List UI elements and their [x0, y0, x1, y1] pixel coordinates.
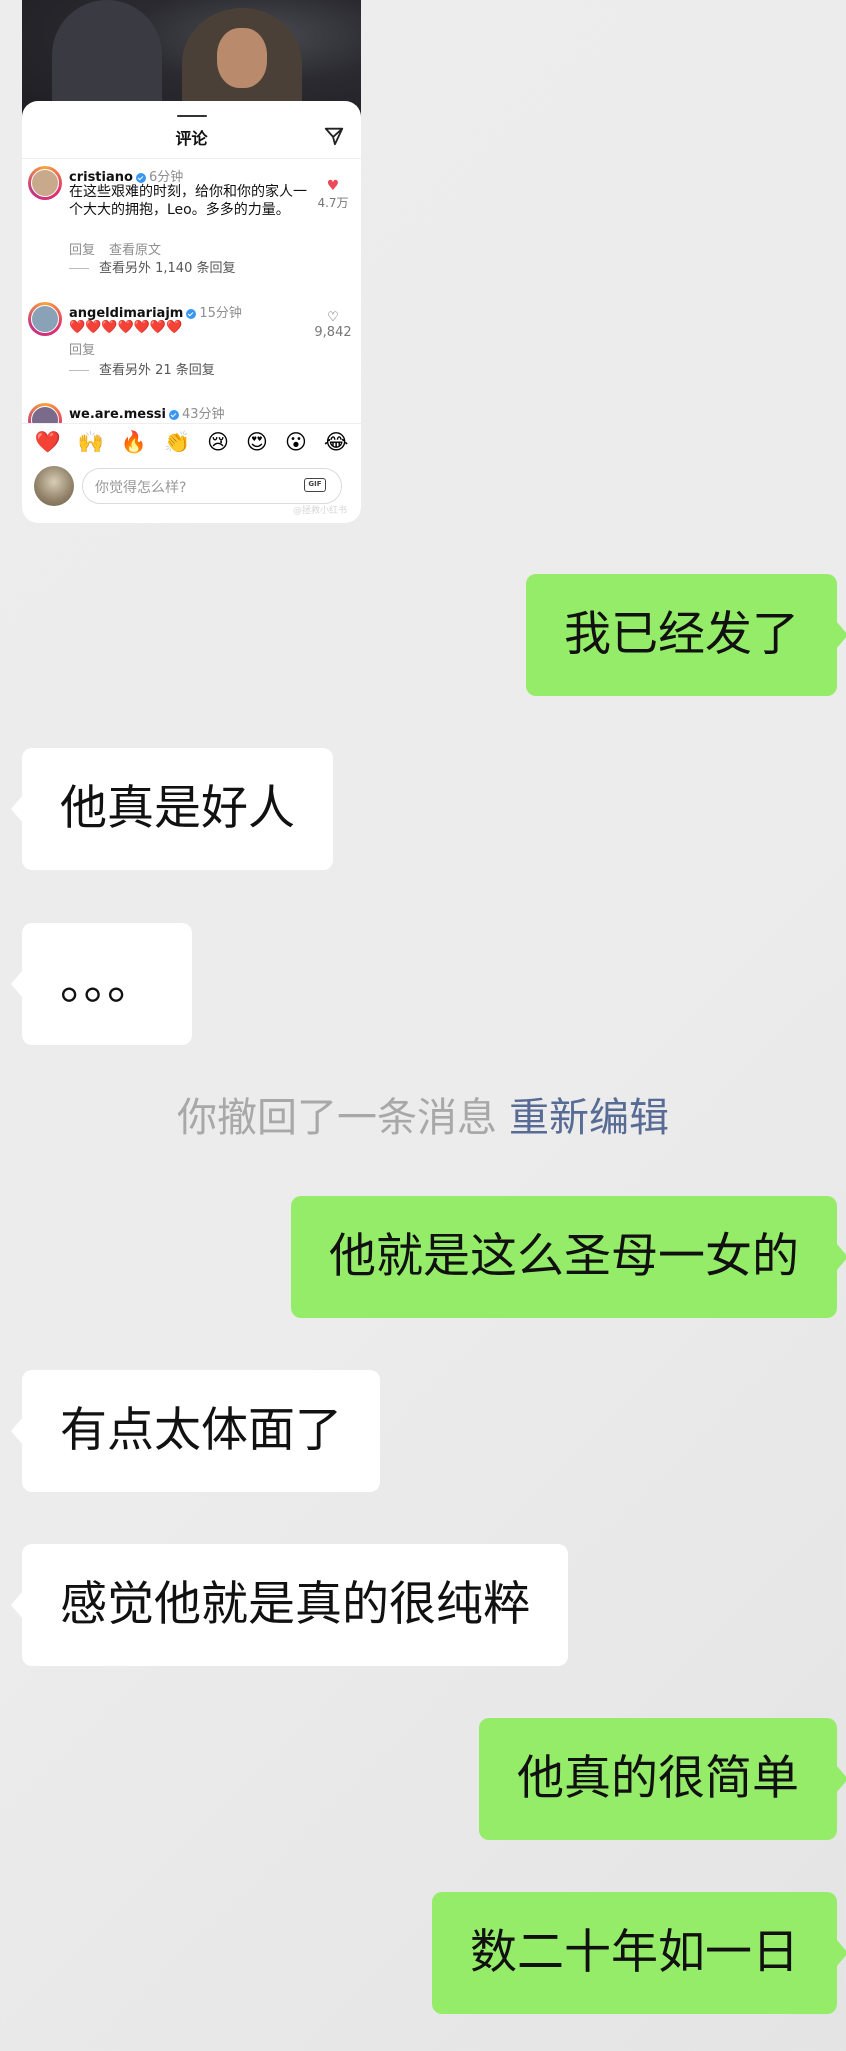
- verified-badge-icon: [169, 409, 179, 420]
- view-more-replies[interactable]: 查看另外 1,140 条回复: [69, 257, 235, 276]
- like-count: 4.7万: [317, 196, 349, 210]
- comment-username: we.are.messi 43分钟: [69, 407, 225, 422]
- watermark: @拯救小红书: [292, 506, 347, 516]
- comments-sheet: 评论 cristiano 6分钟 在这些艰难的时刻，给你和你的家人一个大大的拥抱，…: [22, 101, 361, 523]
- sheet-grab-handle: [177, 115, 207, 117]
- message-bubble-outgoing[interactable]: 他真的很简单: [479, 1718, 846, 1840]
- reply-button[interactable]: 回复: [69, 343, 95, 358]
- recall-notice-text: 你撤回了一条消息: [177, 1095, 497, 1141]
- see-original-button[interactable]: 查看原文: [109, 243, 161, 258]
- verified-badge-icon: [186, 308, 197, 319]
- emoji-laugh[interactable]: 😂: [324, 430, 349, 454]
- comment-text: 在这些艰难的时刻，给你和你的家人一个大大的拥抱，Leo。多多的力量。: [69, 184, 307, 218]
- like-button[interactable]: ♡ 9,842: [311, 310, 355, 340]
- re-edit-link[interactable]: 重新编辑: [509, 1095, 669, 1141]
- emoji-clap[interactable]: 👏: [164, 430, 190, 455]
- emoji-surprised[interactable]: 😮: [285, 430, 307, 454]
- emoji-cry[interactable]: 😢: [207, 430, 229, 454]
- emoji-heart-eyes[interactable]: 😍: [246, 430, 268, 454]
- message-bubble-incoming[interactable]: 有点太体面了: [11, 1370, 380, 1492]
- comment-item: cristiano 6分钟 在这些艰难的时刻，给你和你的家人一个大大的拥抱，Leo…: [28, 166, 355, 276]
- emoji-reaction-bar: ❤️ 🙌 🔥 👏 😢 😍 😮 😂: [22, 423, 361, 460]
- like-count: 9,842: [314, 325, 352, 340]
- avatar: [28, 403, 62, 423]
- message-bubble-outgoing[interactable]: 他就是这么圣母一女的: [291, 1196, 846, 1318]
- comment-item: angeldimariajm 15分钟 ❤️❤️❤️❤️❤️❤️❤️ 回复 查看另…: [28, 302, 355, 382]
- sheet-title: 评论: [175, 129, 208, 148]
- avatar: [28, 166, 62, 200]
- message-bubble-incoming[interactable]: 。。。: [11, 923, 192, 1045]
- emoji-fire[interactable]: 🔥: [121, 430, 147, 455]
- comment-item: we.are.messi 43分钟: [28, 403, 355, 423]
- avatar: [28, 302, 62, 336]
- view-more-replies[interactable]: 查看另外 21 条回复: [69, 359, 215, 378]
- message-bubble-outgoing[interactable]: 我已经发了: [526, 574, 846, 696]
- comment-text: ❤️❤️❤️❤️❤️❤️❤️: [69, 320, 183, 335]
- avatar: [34, 466, 74, 506]
- reply-button[interactable]: 回复: [69, 243, 95, 258]
- gif-icon[interactable]: GIF: [304, 478, 326, 492]
- photo-person-left: [52, 0, 162, 110]
- message-bubble-outgoing[interactable]: 数二十年如一日: [432, 1892, 846, 2014]
- heart-outline-icon: ♡: [327, 310, 339, 325]
- message-bubble-incoming[interactable]: 感觉他就是真的很纯粹: [11, 1544, 568, 1666]
- message-bubble-incoming[interactable]: 他真是好人: [11, 748, 333, 870]
- recall-notice: 你撤回了一条消息 重新编辑: [0, 1085, 846, 1143]
- emoji-raised-hands[interactable]: 🙌: [78, 430, 104, 455]
- like-button[interactable]: ♥ 4.7万: [311, 178, 355, 211]
- heart-filled-icon: ♥: [326, 178, 340, 194]
- emoji-heart[interactable]: ❤️: [35, 430, 61, 455]
- comment-input[interactable]: 你觉得怎么样?: [82, 468, 342, 504]
- send-icon: [324, 127, 344, 146]
- shared-image-instagram-comments[interactable]: 评论 cristiano 6分钟 在这些艰难的时刻，给你和你的家人一个大大的拥抱，…: [22, 0, 361, 523]
- verified-badge-icon: [135, 172, 146, 183]
